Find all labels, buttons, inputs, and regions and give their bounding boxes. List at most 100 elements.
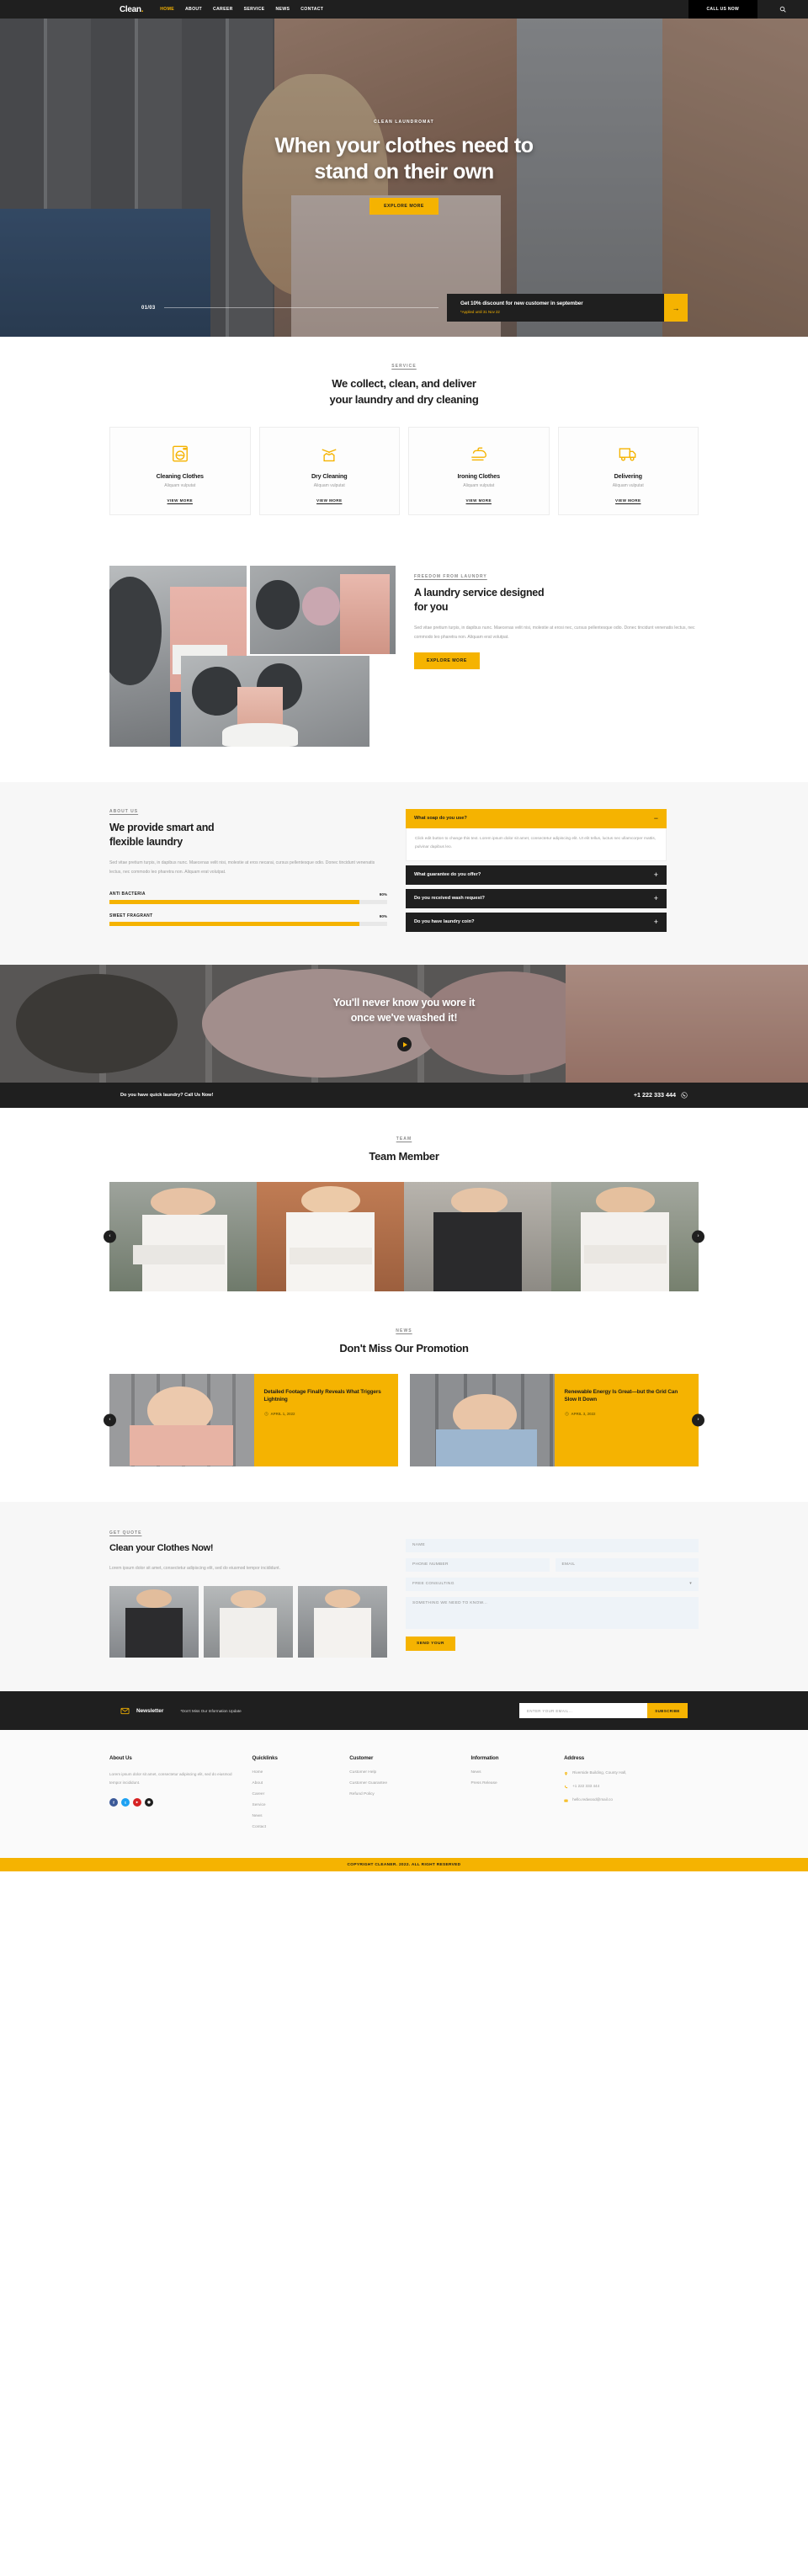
- news-prev-arrow-icon[interactable]: ‹: [104, 1413, 116, 1426]
- video-title-line-2: once we've washed it!: [350, 1012, 458, 1025]
- service-card-view-more[interactable]: VIEW MORE: [466, 498, 492, 503]
- team-prev-arrow-icon[interactable]: ‹: [104, 1230, 116, 1243]
- service-card[interactable]: Ironing Clothes Aliquam vulputat VIEW MO…: [408, 426, 550, 515]
- news-card-image: [109, 1373, 254, 1466]
- estimate-body: Lorem ipsum dolor sit amet, consectetur …: [109, 1565, 281, 1571]
- service-card[interactable]: Cleaning Clothes Aliquam vulputat VIEW M…: [109, 426, 251, 515]
- service-card-subtitle: Aliquam vulputat: [612, 482, 644, 488]
- hero-promo-card[interactable]: Get 10% discount for new customer in sep…: [447, 294, 664, 322]
- page-root: Clean. HOME ABOUT CAREER SERVICE NEWS CO…: [0, 0, 808, 1872]
- skill-bar-fill: [109, 900, 359, 905]
- designed-explore-more-button[interactable]: EXPLORE MORE: [414, 652, 480, 670]
- footer-about-heading: About Us: [109, 1755, 132, 1762]
- site-footer: About Us Lorem ipsum dolor sit amet, con…: [0, 1730, 808, 1859]
- promo-next-arrow-icon[interactable]: →: [664, 294, 688, 322]
- faq-item: Do you have laundry coin? +: [406, 912, 667, 932]
- nav-item-service[interactable]: SERVICE: [244, 7, 265, 12]
- play-icon[interactable]: [396, 1037, 412, 1052]
- faq-question-text: Do you have laundry coin?: [414, 919, 475, 925]
- team-next-arrow-icon[interactable]: ›: [692, 1230, 704, 1243]
- footer-link-press-release[interactable]: Press Release: [470, 1781, 549, 1786]
- faq-question[interactable]: What soap do you use? −: [406, 808, 667, 828]
- service-select[interactable]: FREE CONSULTING ▾: [406, 1577, 699, 1591]
- message-textarea[interactable]: SOMETHING WE NEED TO KNOW...: [406, 1596, 699, 1629]
- faq-question[interactable]: Do you received wash request? +: [406, 888, 667, 908]
- nav-item-about[interactable]: ABOUT: [185, 7, 202, 12]
- delivery-truck-icon: [619, 443, 637, 465]
- footer-email-text: hello.redwood@mail.co: [572, 1797, 613, 1802]
- news-card[interactable]: Renewable Energy Is Great—but the Grid C…: [410, 1373, 699, 1466]
- footer-link-career[interactable]: Career: [252, 1792, 335, 1796]
- header-actions: CALL US NOW: [688, 0, 808, 19]
- send-your-button[interactable]: SEND YOUR: [406, 1636, 455, 1651]
- service-card-subtitle: Aliquam vulputat: [463, 482, 495, 488]
- youtube-icon[interactable]: ▸: [133, 1798, 141, 1807]
- estimate-eyebrow: GET QUOTE: [109, 1530, 142, 1535]
- team-member-card[interactable]: [257, 1181, 404, 1291]
- about-title-line-1: We provide smart and: [109, 821, 215, 833]
- faq-question[interactable]: What guarantee do you offer? +: [406, 865, 667, 885]
- skill-bar-value: 90%: [379, 914, 387, 919]
- footer-link-about[interactable]: About: [252, 1781, 335, 1786]
- team-section: TEAM Team Member ‹ ›: [0, 1108, 808, 1317]
- call-bar: Do you have quick laundry? Call Us Now! …: [0, 1082, 808, 1108]
- footer-link-news[interactable]: News: [252, 1814, 335, 1818]
- phone-number-input[interactable]: PHONE NUMBER: [406, 1557, 550, 1572]
- skill-bar-track: [109, 922, 387, 927]
- call-bar-phone-group[interactable]: +1 222 333 444: [634, 1091, 688, 1099]
- service-card[interactable]: Delivering Aliquam vulputat VIEW MORE: [557, 426, 699, 515]
- hero-explore-more-button[interactable]: EXPLORE MORE: [369, 198, 439, 215]
- footer-link-customer-guarantee[interactable]: Customer Guarantee: [349, 1781, 455, 1786]
- newsletter-email-input[interactable]: ENTER YOUR EMAIL...: [519, 1703, 647, 1719]
- service-card[interactable]: Dry Cleaning Aliquam vulputat VIEW MORE: [258, 426, 400, 515]
- footer-link-refund-policy[interactable]: Refund Policy: [349, 1792, 455, 1796]
- team-eyebrow: TEAM: [396, 1136, 412, 1142]
- team-member-card[interactable]: [404, 1181, 551, 1291]
- name-input[interactable]: NAME: [406, 1538, 699, 1552]
- footer-phone-text: +1 222 333 444: [572, 1784, 600, 1789]
- call-us-now-button[interactable]: CALL US NOW: [688, 0, 758, 19]
- footer-quicklinks-column: Quicklinks Home About Career Service New…: [252, 1755, 335, 1836]
- instagram-icon[interactable]: ◉: [145, 1798, 153, 1807]
- news-card[interactable]: Detailed Footage Finally Reveals What Tr…: [109, 1373, 398, 1466]
- footer-link-news-info[interactable]: News: [470, 1770, 549, 1775]
- news-card-body: Detailed Footage Finally Reveals What Tr…: [253, 1373, 398, 1466]
- newsletter-subscribe-button[interactable]: SUBSCRIBE: [647, 1703, 688, 1719]
- service-select-value: FREE CONSULTING: [412, 1582, 454, 1586]
- footer-link-service[interactable]: Service: [252, 1803, 335, 1807]
- plus-icon: +: [653, 870, 658, 879]
- skill-bar-track: [109, 900, 387, 905]
- nav-item-home[interactable]: HOME: [160, 7, 174, 12]
- team-member-card[interactable]: [109, 1181, 257, 1291]
- footer-link-customer-help[interactable]: Customer Help: [349, 1770, 455, 1775]
- nav-item-contact[interactable]: CONTACT: [300, 7, 323, 12]
- facebook-icon[interactable]: f: [109, 1798, 118, 1807]
- main-nav: HOME ABOUT CAREER SERVICE NEWS CONTACT: [160, 7, 323, 12]
- site-logo[interactable]: Clean.: [120, 5, 144, 14]
- news-card-date: APRIL 3, 2022: [564, 1412, 689, 1416]
- nav-item-news[interactable]: NEWS: [275, 7, 290, 12]
- footer-link-home[interactable]: Home: [252, 1770, 335, 1775]
- faq-item: What soap do you use? − Click edit butto…: [406, 808, 667, 861]
- service-card-view-more[interactable]: VIEW MORE: [615, 498, 641, 503]
- estimate-thumbnail: [109, 1586, 199, 1658]
- email-input[interactable]: EMAIL: [555, 1557, 699, 1572]
- newsletter-form: ENTER YOUR EMAIL... SUBSCRIBE: [519, 1703, 688, 1719]
- hero-title: When your clothes need to stand on their…: [275, 133, 534, 184]
- faq-question[interactable]: Do you have laundry coin? +: [406, 912, 667, 932]
- nav-item-career[interactable]: CAREER: [213, 7, 233, 12]
- footer-about-column: About Us Lorem ipsum dolor sit amet, con…: [109, 1755, 237, 1836]
- about-text-column: ABOUT US We provide smart and flexible l…: [109, 809, 387, 935]
- news-next-arrow-icon[interactable]: ›: [692, 1413, 704, 1426]
- hero-slide-counter: 01/03: [141, 305, 156, 311]
- service-card-view-more[interactable]: VIEW MORE: [316, 498, 342, 503]
- footer-about-text: Lorem ipsum dolor sit amet, consectetur …: [109, 1772, 232, 1786]
- twitter-icon[interactable]: t: [121, 1798, 130, 1807]
- service-card-view-more[interactable]: VIEW MORE: [167, 498, 193, 503]
- footer-link-contact[interactable]: Contact: [252, 1825, 335, 1829]
- call-bar-phone: +1 222 333 444: [633, 1091, 676, 1099]
- iron-icon: [470, 443, 488, 465]
- search-icon[interactable]: [758, 6, 808, 13]
- news-card-title: Detailed Footage Finally Reveals What Tr…: [263, 1388, 381, 1403]
- team-member-card[interactable]: [551, 1181, 699, 1291]
